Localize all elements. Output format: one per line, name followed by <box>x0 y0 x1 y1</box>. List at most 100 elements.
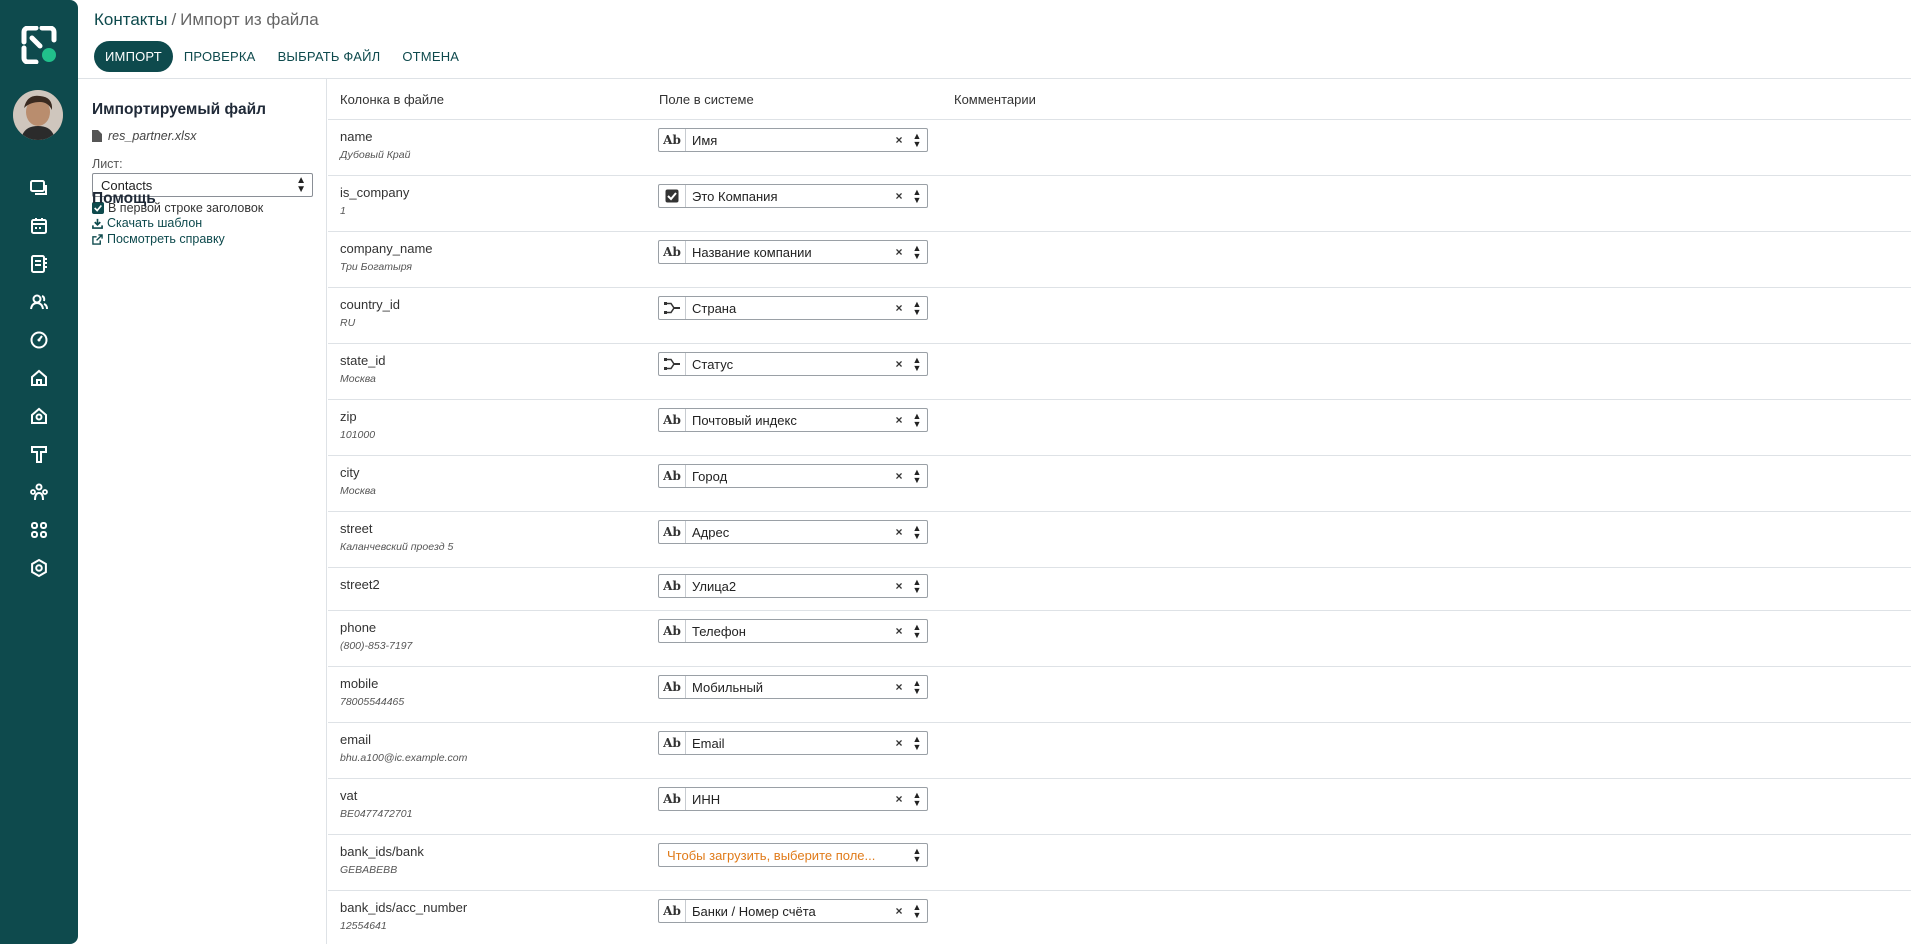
select-arrows-icon: ▲ ▼ <box>912 622 922 640</box>
file-column-name: street <box>340 521 373 536</box>
clear-icon[interactable]: × <box>891 189 907 203</box>
field-select[interactable]: Ab Название компании × ▲ ▼ <box>658 240 928 264</box>
table-row: phone (800)-853-7197 Ab Телефон × ▲ ▼ <box>328 611 1911 667</box>
view-help-link[interactable]: Посмотреть справку <box>92 232 225 246</box>
contacts-book-icon[interactable] <box>28 253 50 275</box>
file-heading: Импортируемый файл <box>92 101 267 118</box>
table-row: bank_ids/acc_number 12554641 Ab Банки / Ном… <box>328 891 1911 944</box>
file-column-name: country_id <box>340 297 400 312</box>
help-heading: Помощь <box>92 190 156 207</box>
field-select[interactable]: Ab Банки / Номер счёта × ▲ ▼ <box>658 899 928 923</box>
file-column-name: street2 <box>340 577 380 592</box>
clear-icon[interactable]: × <box>891 133 907 147</box>
breadcrumb: Контакты / Импорт из файла <box>94 10 319 30</box>
field-select[interactable]: Ab Почтовый индекс × ▲ ▼ <box>658 408 928 432</box>
import-button[interactable]: ИМПОРТ <box>94 41 173 72</box>
view-help-label: Посмотреть справку <box>107 232 225 246</box>
settings-icon[interactable] <box>28 557 50 579</box>
clear-icon[interactable]: × <box>891 469 907 483</box>
apps-icon[interactable] <box>28 519 50 541</box>
file-name-row: res_partner.xlsx <box>92 129 196 143</box>
field-select[interactable]: Ab Телефон × ▲ ▼ <box>658 619 928 643</box>
field-select[interactable]: Ab Имя × ▲ ▼ <box>658 128 928 152</box>
calendar-icon[interactable] <box>28 215 50 237</box>
file-column-name: state_id <box>340 353 386 368</box>
breadcrumb-separator: / <box>171 10 177 29</box>
file-column-name: is_company <box>340 185 410 200</box>
sample-value: Москва <box>340 373 376 385</box>
sample-value: Каланчевский проезд 5 <box>340 541 454 553</box>
clear-icon[interactable]: × <box>891 525 907 539</box>
test-button[interactable]: ПРОВЕРКА <box>173 42 267 71</box>
app-logo-icon[interactable] <box>20 25 58 65</box>
field-select[interactable]: Ab Email × ▲ ▼ <box>658 731 928 755</box>
field-select[interactable]: Чтобы загрузить, выберите поле... ▲ ▼ <box>658 843 928 867</box>
select-arrows-icon: ▲ ▼ <box>912 846 922 864</box>
field-select[interactable]: Ab ИНН × ▲ ▼ <box>658 787 928 811</box>
field-select[interactable]: Статус × ▲ ▼ <box>658 352 928 376</box>
field-select[interactable]: Это Компания × ▲ ▼ <box>658 184 928 208</box>
field-select[interactable]: Ab Улица2 × ▲ ▼ <box>658 574 928 598</box>
sample-value: Дубовый Край <box>340 149 411 161</box>
field-select[interactable]: Ab Мобильный × ▲ ▼ <box>658 675 928 699</box>
sample-value: 78005544465 <box>340 696 405 708</box>
breadcrumb-current: Импорт из файла <box>180 10 319 29</box>
sample-value: GEBABEBB <box>340 864 398 876</box>
select-arrows-icon: ▲ ▼ <box>296 175 306 195</box>
clear-icon[interactable]: × <box>891 736 907 750</box>
field-select-value: Название компании <box>692 244 812 260</box>
clear-icon[interactable]: × <box>891 245 907 259</box>
table-row: country_id RU Страна × ▲ ▼ <box>328 288 1911 344</box>
text-type-icon: Ab <box>659 900 686 922</box>
field-select-value: Банки / Номер счёта <box>692 903 816 919</box>
sample-value: Москва <box>340 485 376 497</box>
select-arrows-icon: ▲ ▼ <box>912 902 922 920</box>
table-row: vat BE0477472701 Ab ИНН × ▲ ▼ <box>328 779 1911 835</box>
tools-icon[interactable] <box>28 443 50 465</box>
team-icon[interactable] <box>28 481 50 503</box>
field-select[interactable]: Ab Адрес × ▲ ▼ <box>658 520 928 544</box>
discuss-icon[interactable] <box>28 177 50 199</box>
cancel-button[interactable]: ОТМЕНА <box>391 42 470 71</box>
field-select-value: ИНН <box>692 791 721 807</box>
clear-icon[interactable]: × <box>891 680 907 694</box>
select-arrows-icon: ▲ ▼ <box>912 523 922 541</box>
home-icon[interactable] <box>28 367 50 389</box>
clear-icon[interactable]: × <box>891 579 907 593</box>
field-select[interactable]: Ab Город × ▲ ▼ <box>658 464 928 488</box>
clear-icon[interactable]: × <box>891 413 907 427</box>
text-type-icon: Ab <box>659 129 686 151</box>
clear-icon[interactable]: × <box>891 301 907 315</box>
file-column-name: city <box>340 465 360 480</box>
user-avatar[interactable] <box>13 90 63 140</box>
select-arrows-icon: ▲ ▼ <box>912 790 922 808</box>
dashboard-icon[interactable] <box>28 329 50 351</box>
clear-icon[interactable]: × <box>891 624 907 638</box>
field-select[interactable]: Страна × ▲ ▼ <box>658 296 928 320</box>
text-type-icon: Ab <box>659 788 686 810</box>
table-row: street2 Ab Улица2 × ▲ ▼ <box>328 568 1911 611</box>
select-arrows-icon: ▲ ▼ <box>912 299 922 317</box>
select-arrows-icon: ▲ ▼ <box>912 467 922 485</box>
choose-file-button[interactable]: ВЫБРАТЬ ФАЙЛ <box>267 42 392 71</box>
field-select-value: Статус <box>692 356 734 372</box>
text-type-icon: Ab <box>659 465 686 487</box>
clear-icon[interactable]: × <box>891 792 907 806</box>
download-template-link[interactable]: Скачать шаблон <box>92 216 202 230</box>
text-type-icon: Ab <box>659 409 686 431</box>
table-row: name Дубовый Край Ab Имя × ▲ ▼ <box>328 120 1911 176</box>
clear-icon[interactable]: × <box>891 357 907 371</box>
field-select-value: Страна <box>692 300 737 316</box>
field-select-value: Телефон <box>692 623 746 639</box>
breadcrumb-contacts-link[interactable]: Контакты <box>94 10 167 29</box>
clear-icon[interactable]: × <box>891 904 907 918</box>
relation-type-icon <box>659 353 686 375</box>
real-estate-icon[interactable] <box>28 405 50 427</box>
field-select-value: Почтовый индекс <box>692 412 797 428</box>
employees-icon[interactable] <box>28 291 50 313</box>
text-type-icon: Ab <box>659 676 686 698</box>
sample-value: 1 <box>340 205 346 217</box>
file-column-name: vat <box>340 788 358 803</box>
sheet-label: Лист: <box>92 157 123 171</box>
table-row: company_name Три Богатыря Ab Название компа… <box>328 232 1911 288</box>
